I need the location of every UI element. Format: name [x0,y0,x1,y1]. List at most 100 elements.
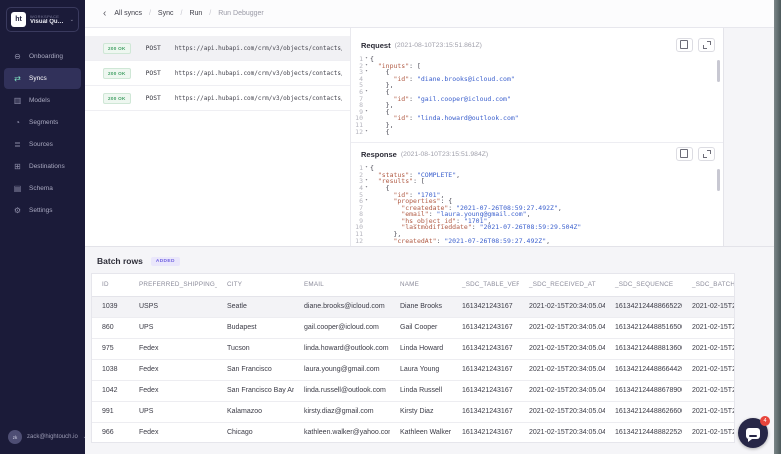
cell-sdc-received-at: 2021-02-15T20:34:05.040Z [519,317,605,338]
fold-icon[interactable] [363,102,370,109]
cell-sdc-batched: 2021-02-15T2 [682,317,735,338]
fold-icon[interactable]: ▾ [363,129,370,136]
workspace-switcher[interactable]: ht WORKSPACE Visual Querying D... ⌄ [6,7,79,32]
table-row[interactable]: 1042 Fedex San Francisco Bay Area linda.… [92,380,735,401]
fold-icon[interactable] [363,122,370,129]
table-header-cell: _SDC_TABLE_VERSION [452,274,519,296]
table-row[interactable]: 860 UPS Budapest gail.cooper@icloud.com … [92,317,735,338]
breadcrumb-item[interactable]: All syncs [114,10,158,17]
batch-table-card: IDPREFERRED_SHIPPING_PROVIDERCITYEMAILNA… [91,273,735,443]
fold-icon[interactable] [363,96,370,103]
request-method: POST [146,95,161,102]
window-scrollbar[interactable] [774,0,781,454]
json-punct [370,238,393,245]
fold-icon[interactable] [363,205,370,212]
request-row[interactable]: 200 OK POST https://api.hubapi.com/crm/v… [85,36,350,61]
fold-icon[interactable]: ▾ [363,109,370,116]
sidebar-item[interactable]: ⇄ Syncs [4,68,81,89]
json-value: "2021-07-26T08:59:29.504Z" [480,224,582,231]
editor-scrollbar[interactable] [717,60,720,82]
cell-name: Kirsty Diaz [390,401,452,422]
fold-icon[interactable] [363,218,370,225]
fold-icon[interactable]: ▾ [363,178,370,185]
copy-button[interactable] [676,38,693,52]
added-badge: ADDED [151,257,180,266]
expand-button[interactable] [698,38,715,52]
fold-icon[interactable] [363,192,370,199]
sidebar-item[interactable]: ⚙ Settings [4,200,81,221]
table-row[interactable]: 1038 Fedex San Francisco laura.young@gma… [92,359,735,380]
fold-icon[interactable]: ▾ [363,63,370,70]
request-row[interactable]: 200 OK POST https://api.hubapi.com/crm/v… [85,86,350,111]
expand-button[interactable] [698,147,715,161]
panel-timestamp: (2021-08-10T23:15:51.861Z) [395,42,482,49]
fold-icon[interactable]: ▾ [363,56,370,63]
json-punct: , [456,172,460,179]
fold-icon[interactable]: ▾ [363,198,370,205]
breadcrumb-item[interactable]: Run Debugger [218,10,264,17]
fold-icon[interactable] [363,76,370,83]
request-json-editor[interactable]: 1 ▾ { 2 ▾ [351,56,723,135]
panel-title: Response [361,150,397,159]
onboarding-icon: ⊖ [13,52,22,61]
table-row[interactable]: 975 Fedex Tucson linda.howard@outlook.co… [92,338,735,359]
table-row[interactable]: 991 UPS Kalamazoo kirsty.diaz@gmail.com … [92,401,735,422]
table-header-cell: _SDC_RECEIVED_AT [519,274,605,296]
breadcrumb-item[interactable]: Run [189,10,218,17]
json-line: 4 "id" : "diane.brooks@icloud.com" [351,76,723,83]
cell-shipping-provider: Fedex [129,359,217,380]
panel-actions [676,147,715,161]
sidebar-item[interactable]: ⊖ Onboarding [4,46,81,67]
fold-icon[interactable]: ▾ [363,185,370,192]
sidebar-item[interactable]: ▥ Models [4,90,81,111]
breadcrumb-item[interactable]: Sync [158,10,190,17]
chat-button[interactable]: 4 [738,418,768,448]
table-row[interactable]: 966 Fedex Chicago kathleen.walker@yahoo.… [92,422,735,443]
cell-email: diane.brooks@icloud.com [294,296,390,317]
fold-icon[interactable]: ▾ [363,89,370,96]
fold-icon[interactable] [363,172,370,179]
json-line: 3 ▾ "results" : [ [351,178,723,185]
fold-icon[interactable] [363,211,370,218]
cell-sdc-received-at: 2021-02-15T20:34:05.040Z [519,359,605,380]
fold-icon[interactable]: ▾ [363,165,370,172]
json-colon: : [409,76,417,83]
editor-scrollbar[interactable] [717,169,720,191]
cell-email: gail.cooper@icloud.com [294,317,390,338]
cell-sdc-received-at: 2021-02-15T20:34:05.040Z [519,296,605,317]
user-menu[interactable]: zk zack@hightouch.io ⌄ [8,430,87,444]
fold-icon[interactable] [363,231,370,238]
sidebar-item[interactable]: ▤ Schema [4,178,81,199]
cell-sdc-sequence: 1613421244888136000 [605,338,682,359]
sidebar-item-label: Onboarding [29,53,63,60]
sidebar-item[interactable]: ◔ Segments [4,112,81,133]
fold-icon[interactable] [363,238,370,245]
response-json-editor[interactable]: 1 ▾ { 2 [351,165,723,244]
fold-icon[interactable] [363,115,370,122]
line-number: 12 [351,238,363,245]
cell-id: 1042 [92,380,129,401]
cell-sdc-received-at: 2021-02-15T20:34:05.040Z [519,422,605,443]
json-line: 11 }, [351,122,723,129]
sidebar-item-label: Sources [29,141,53,148]
fold-icon[interactable] [363,82,370,89]
json-line: 8 }, [351,102,723,109]
request-row[interactable]: 200 OK POST https://api.hubapi.com/crm/v… [85,61,350,86]
cell-sdc-batched: 2021-02-15T2 [682,380,735,401]
fold-icon[interactable] [363,224,370,231]
debugger-card: 200 OK POST https://api.hubapi.com/crm/v… [85,28,724,246]
table-row[interactable]: 1039 USPS Seatle diane.brooks@icloud.com… [92,296,735,317]
table-header-cell: EMAIL [294,274,390,296]
request-url: https://api.hubapi.com/crm/v3/objects/co… [175,95,342,102]
json-key: "createdAt" [393,238,436,245]
fold-icon[interactable]: ▾ [363,69,370,76]
copy-button[interactable] [676,147,693,161]
sidebar-item[interactable]: ≣ Sources [4,134,81,155]
cell-shipping-provider: Fedex [129,338,217,359]
main-area: ‹ All syncsSyncRunRun Debugger 200 OK PO… [85,0,774,454]
json-colon: : [437,238,445,245]
sidebar-item[interactable]: ⊞ Destinations [4,156,81,177]
cell-name: Linda Howard [390,338,452,359]
json-punct: [ [421,178,425,185]
back-icon[interactable]: ‹ [103,9,106,19]
